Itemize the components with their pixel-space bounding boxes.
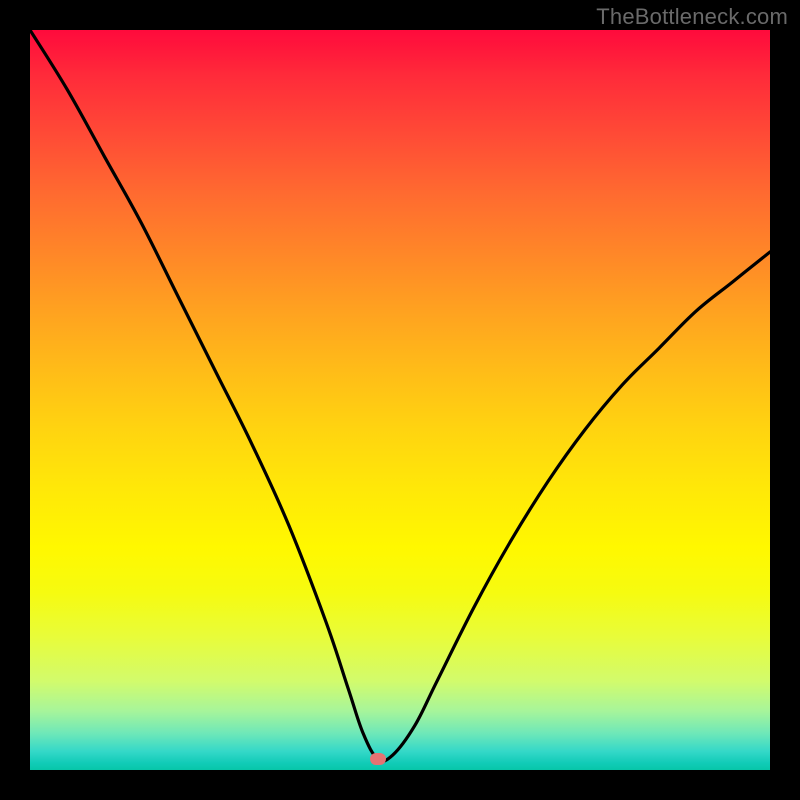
bottleneck-curve xyxy=(30,30,770,770)
plot-area xyxy=(30,30,770,770)
watermark-text: TheBottleneck.com xyxy=(596,4,788,30)
optimal-marker xyxy=(370,753,386,765)
chart-frame: TheBottleneck.com xyxy=(0,0,800,800)
